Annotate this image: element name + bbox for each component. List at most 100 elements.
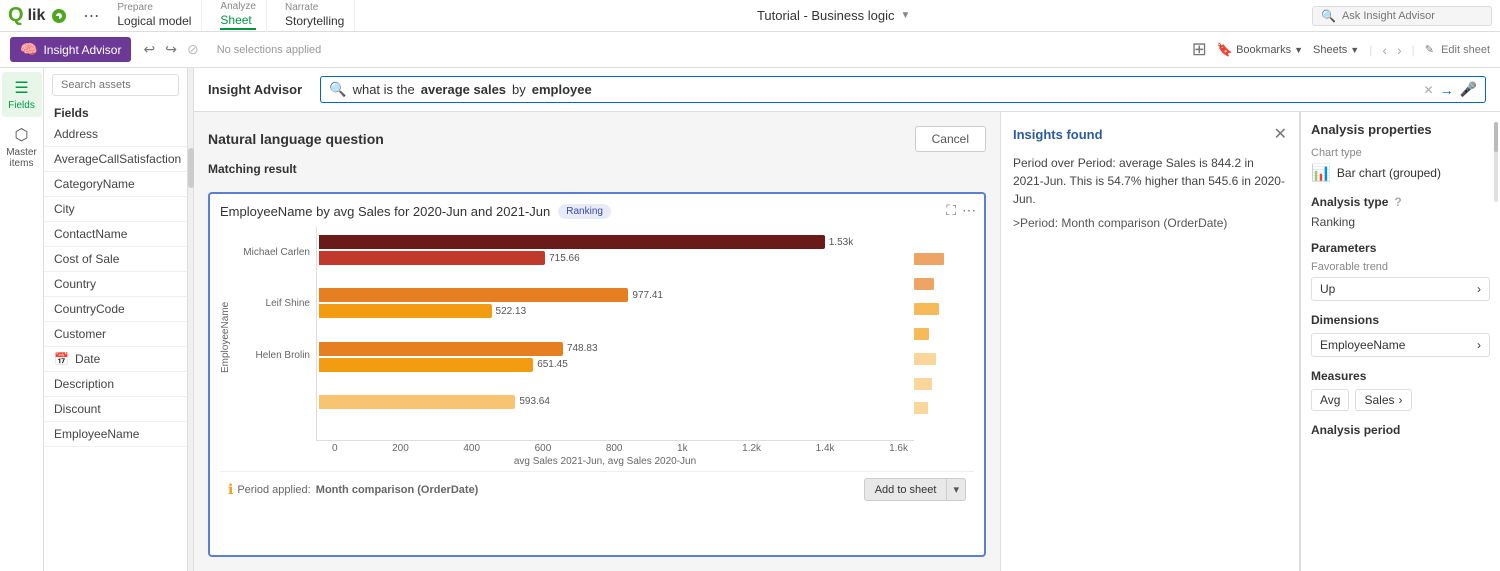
dots-menu[interactable]: ⋯ bbox=[83, 6, 99, 26]
field-item-customer[interactable]: Customer bbox=[44, 322, 187, 347]
clear-icon[interactable]: ⊘ bbox=[187, 41, 199, 58]
fields-scrollbar-track[interactable] bbox=[188, 68, 194, 571]
measures-title: Measures bbox=[1311, 369, 1490, 383]
search-submit-icon[interactable]: → bbox=[1440, 82, 1454, 98]
dimension-chip[interactable]: EmployeeName › bbox=[1311, 333, 1490, 357]
nav-analyze[interactable]: Analyze Sheet bbox=[210, 0, 267, 32]
bar-helen-2020 bbox=[319, 358, 533, 372]
measures-row: Avg Sales › bbox=[1311, 389, 1490, 411]
prev-sheet-icon[interactable]: ‹ bbox=[1382, 42, 1387, 58]
x-1-4k: 1.4k bbox=[816, 443, 835, 454]
toolbar: 🧠 Insight Advisor ↩ ↪ ⊘ No selections ap… bbox=[0, 32, 1500, 68]
favorable-trend-dropdown[interactable]: Up › bbox=[1311, 277, 1490, 301]
bar-row-1: 1.53k 715.66 bbox=[317, 227, 914, 280]
y-axis-labels: Michael Carlen Leif Shine Helen Brolin bbox=[236, 227, 316, 441]
insights-text: Period over Period: average Sales is 844… bbox=[1013, 154, 1287, 208]
fields-list: Fields Address AverageCallSatisfaction C… bbox=[44, 68, 188, 571]
insights-panel: Insights found ✕ Period over Period: ave… bbox=[1000, 112, 1300, 571]
ask-insight-input[interactable]: 🔍 bbox=[1312, 6, 1492, 26]
nlq-panel: Natural language question Cancel Matchin… bbox=[194, 112, 1000, 571]
ia-search-bar[interactable]: 🔍 what is the average sales by employee … bbox=[320, 76, 1486, 103]
field-item-discount[interactable]: Discount bbox=[44, 397, 187, 422]
field-item-categoryname[interactable]: CategoryName bbox=[44, 172, 187, 197]
search-mic-icon[interactable]: 🎤 bbox=[1460, 81, 1477, 98]
ia-header-title: Insight Advisor bbox=[208, 82, 302, 97]
field-item-city[interactable]: City bbox=[44, 197, 187, 222]
fields-search-input[interactable] bbox=[52, 74, 179, 96]
ia-search-text-plain: what is the bbox=[353, 82, 415, 97]
ia-body: Natural language question Cancel Matchin… bbox=[194, 112, 1500, 571]
y-label-michael: Michael Carlen bbox=[236, 247, 310, 258]
measure-agg-chip[interactable]: Avg bbox=[1311, 389, 1349, 411]
selection-forward-icon[interactable]: ↪ bbox=[165, 41, 177, 58]
qlik-logo: Q lik bbox=[8, 4, 67, 27]
field-item-country[interactable]: Country bbox=[44, 272, 187, 297]
chart-expand-icon[interactable]: ⛶ bbox=[946, 202, 956, 219]
insights-link[interactable]: >Period: Month comparison (OrderDate) bbox=[1013, 216, 1227, 230]
field-item-employeename[interactable]: EmployeeName bbox=[44, 422, 187, 447]
field-item-costofsale[interactable]: Cost of Sale bbox=[44, 247, 187, 272]
field-item-contactname[interactable]: ContactName bbox=[44, 222, 187, 247]
next-sheet-icon[interactable]: › bbox=[1397, 42, 1402, 58]
insights-header: Insights found ✕ bbox=[1013, 124, 1287, 144]
field-item-description[interactable]: Description bbox=[44, 372, 187, 397]
bar-leif-2020 bbox=[319, 304, 492, 318]
master-items-label: Master items bbox=[6, 147, 38, 169]
measure-agg-value: Avg bbox=[1320, 393, 1340, 407]
bar-row-3: 748.83 651.45 bbox=[317, 334, 914, 387]
ask-insight-field[interactable] bbox=[1342, 10, 1472, 22]
nlq-title-bar: Natural language question Cancel bbox=[208, 126, 986, 152]
period-bar: ℹ Period applied: Month comparison (Orde… bbox=[220, 471, 974, 507]
grid-icon[interactable]: ⊞ bbox=[1192, 39, 1207, 60]
chart-x-title: avg Sales 2021-Jun, avg Sales 2020-Jun bbox=[236, 456, 974, 467]
sheets-label: Sheets bbox=[1313, 44, 1347, 56]
date-calendar-icon: 📅 bbox=[54, 352, 69, 366]
ia-search-icon: 🔍 bbox=[329, 81, 346, 98]
bar-michael-1: 1.53k bbox=[319, 235, 914, 249]
dimension-value: EmployeeName bbox=[1320, 338, 1405, 352]
edit-sheet-btn[interactable]: ✎ Edit sheet bbox=[1425, 43, 1490, 56]
analysis-type-value: Ranking bbox=[1311, 215, 1490, 229]
chart-with-y: Michael Carlen Leif Shine Helen Brolin bbox=[236, 227, 974, 441]
no-selections-label: No selections applied bbox=[217, 44, 322, 56]
field-item-date[interactable]: 📅 Date bbox=[44, 347, 187, 372]
add-to-sheet-dropdown-icon[interactable]: ▾ bbox=[946, 479, 965, 500]
add-to-sheet-btn[interactable]: Add to sheet ▾ bbox=[864, 478, 966, 501]
search-icon: 🔍 bbox=[1321, 9, 1336, 23]
x-1-2k: 1.2k bbox=[742, 443, 761, 454]
selection-back-icon[interactable]: ↩ bbox=[143, 41, 155, 58]
cancel-button[interactable]: Cancel bbox=[915, 126, 986, 152]
fields-nav-item[interactable]: ☰ Fields bbox=[2, 72, 42, 117]
field-item-address[interactable]: Address bbox=[44, 122, 187, 147]
master-items-nav-item[interactable]: ⬡ Master items bbox=[2, 119, 42, 175]
bar-row-2: 977.41 522.13 bbox=[317, 280, 914, 333]
measure-field-value: Sales bbox=[1364, 393, 1394, 407]
master-items-icon: ⬡ bbox=[15, 125, 29, 145]
insight-advisor-btn[interactable]: 🧠 Insight Advisor bbox=[10, 37, 131, 62]
props-title: Analysis properties bbox=[1311, 122, 1490, 137]
search-clear-icon[interactable]: ✕ bbox=[1424, 83, 1434, 97]
bar-helen-2021-val: 748.83 bbox=[567, 343, 598, 354]
x-1-6k: 1.6k bbox=[889, 443, 908, 454]
spark-1 bbox=[914, 253, 944, 265]
help-icon[interactable]: ? bbox=[1394, 195, 1401, 209]
bar-helen-2020-val: 651.45 bbox=[537, 359, 568, 370]
field-item-countrycode[interactable]: CountryCode bbox=[44, 297, 187, 322]
sheets-btn[interactable]: Sheets ▼ bbox=[1313, 44, 1359, 56]
app-title-dropdown-icon[interactable]: ▼ bbox=[900, 10, 910, 21]
bar-row-4: 593.64 bbox=[317, 387, 914, 440]
field-item-avgcall[interactable]: AverageCallSatisfaction bbox=[44, 147, 187, 172]
nav-prepare[interactable]: Prepare Logical model bbox=[107, 0, 202, 30]
prop-analysis-period: Analysis period bbox=[1311, 423, 1490, 437]
ia-search-text-mid: by bbox=[512, 82, 526, 97]
nav-narrate[interactable]: Narrate Storytelling bbox=[275, 0, 355, 30]
fields-nav-label: Fields bbox=[8, 100, 35, 111]
analysis-type-section-title: Analysis type ? bbox=[1311, 195, 1490, 209]
bar-leif-2: 522.13 bbox=[319, 304, 914, 318]
chart-menu-icon[interactable]: ⋯ bbox=[962, 202, 976, 219]
insights-close-btn[interactable]: ✕ bbox=[1274, 124, 1287, 144]
measure-field-chip[interactable]: Sales › bbox=[1355, 389, 1411, 411]
period-text: Period applied: Month comparison (OrderD… bbox=[237, 484, 478, 496]
bookmarks-btn[interactable]: 🔖 Bookmarks ▼ bbox=[1217, 42, 1303, 58]
props-scrollbar-track[interactable] bbox=[1494, 122, 1498, 202]
